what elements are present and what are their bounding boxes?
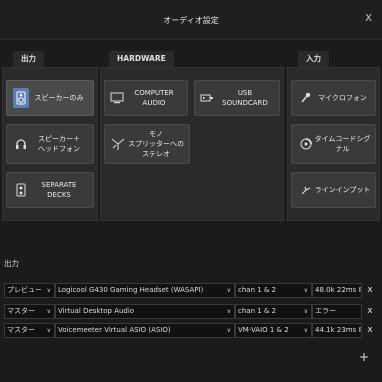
device-select[interactable]: Logicool G430 Gaming Headset (WASAPI) ∨	[55, 283, 235, 298]
microphone-label: マイクロフォン	[318, 94, 367, 102]
window-titlebar: オーディオ設定 X	[0, 0, 382, 40]
microphone-icon	[298, 90, 314, 106]
usb-soundcard-label: USB SOUNDCARD	[222, 89, 268, 107]
timecode-icon	[298, 136, 314, 152]
channel-select[interactable]: chan 1 & 2 ∨	[235, 304, 312, 319]
routing-section-label: 出力	[4, 259, 19, 268]
usb-soundcard-icon	[199, 90, 215, 106]
mono-splitter-label: モノ スプリッターへのステレオ	[128, 130, 184, 158]
usb-soundcard-button[interactable]: USB SOUNDCARD	[194, 80, 280, 116]
splitter-icon	[109, 136, 127, 152]
mono-splitter-button[interactable]: モノ スプリッターへのステレオ	[104, 124, 190, 164]
tab-hardware[interactable]: HARDWARE	[109, 51, 174, 67]
table-row: マスター ∨ Voicemeeter Virtual ASIO (ASIO) ∨ V…	[4, 323, 373, 338]
device-select[interactable]: Voicemeeter Virtual ASIO (ASIO) ∨	[55, 323, 235, 338]
microphone-button[interactable]: マイクロフォン	[291, 80, 376, 116]
remove-row-button[interactable]: x	[365, 283, 375, 298]
channel-select[interactable]: VM-VAIO 1 & 2 ∨	[235, 323, 312, 338]
status-text: 44.1k 23ms 8o/8i	[312, 323, 362, 338]
window-title: オーディオ設定	[163, 16, 219, 25]
computer-audio-label: COMPUTER AUDIO	[134, 89, 174, 107]
add-row-button[interactable]: +	[359, 350, 369, 364]
speakers-headphones-button[interactable]: スピーカー＋ ヘッドフォン	[6, 124, 94, 164]
timecode-signal-label: タイムコードシグナル	[314, 135, 371, 153]
role-select[interactable]: マスター ∨	[4, 304, 55, 319]
device-select[interactable]: Virtual Desktop Audio ∨	[55, 304, 235, 319]
line-input-label: ラインインプット	[314, 186, 371, 194]
separate-decks-label: SEPARATE DECKS	[41, 181, 77, 199]
status-text: 48.0k 22ms 8o	[312, 283, 362, 298]
status-text: エラー	[312, 304, 362, 319]
table-row: マスター ∨ Virtual Desktop Audio ∨ chan 1 & 2 ∨…	[4, 304, 373, 319]
table-row: プレビュー ∨ Logicool G430 Gaming Headset (WAS…	[4, 283, 373, 298]
role-select[interactable]: プレビュー ∨	[4, 283, 55, 298]
decks-icon	[13, 182, 29, 198]
speakers-only-label: スピーカーのみ	[34, 94, 84, 102]
speakers-headphones-label: スピーカー＋ ヘッドフォン	[38, 135, 80, 153]
timecode-signal-button[interactable]: タイムコードシグナル	[291, 124, 376, 164]
channel-select[interactable]: chan 1 & 2 ∨	[235, 283, 312, 298]
monitor-icon	[109, 90, 125, 106]
close-button[interactable]: X	[365, 13, 372, 24]
tab-output[interactable]: 出力	[13, 51, 44, 67]
line-input-button[interactable]: ラインインプット	[291, 172, 376, 208]
headphones-icon	[13, 136, 29, 152]
speakers-only-button[interactable]: スピーカーのみ	[6, 80, 94, 116]
line-input-icon	[298, 182, 314, 198]
computer-audio-button[interactable]: COMPUTER AUDIO	[104, 80, 188, 116]
speaker-icon	[13, 88, 29, 108]
role-select[interactable]: マスター ∨	[4, 323, 55, 338]
remove-row-button[interactable]: x	[365, 323, 375, 338]
remove-row-button[interactable]: x	[365, 304, 375, 319]
separate-decks-button[interactable]: SEPARATE DECKS	[6, 172, 94, 208]
tab-input[interactable]: 入力	[298, 51, 329, 67]
